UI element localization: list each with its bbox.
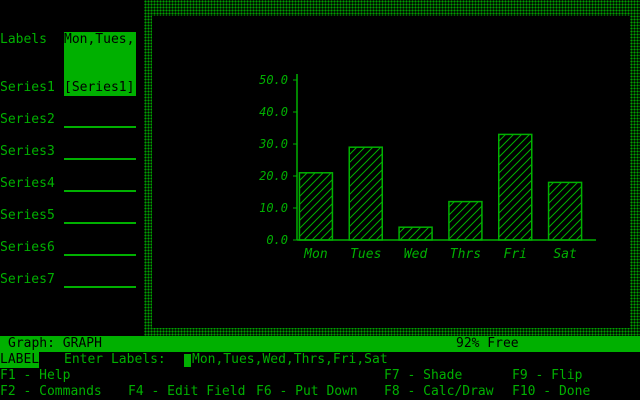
series4-field[interactable] xyxy=(64,176,136,192)
x-tick-label: Thrs xyxy=(450,247,481,262)
y-tick-label: 20.0 xyxy=(259,169,288,183)
y-tick-label: 10.0 xyxy=(259,201,288,215)
bar-chart: 50.0 40.0 30.0 20.0 10.0 0.0 Mon Tues Wed Thrs Fri… xyxy=(258,73,596,262)
y-tick-label: 0.0 xyxy=(266,233,288,247)
x-tick-label: Wed xyxy=(404,247,428,262)
graph-name: Graph: GRAPH xyxy=(8,336,102,351)
series3-field[interactable] xyxy=(64,144,136,160)
x-tick-label: Sat xyxy=(553,247,577,262)
series6-label: Series6 xyxy=(0,240,55,255)
bar xyxy=(298,172,334,241)
labels-field-value: Mon,Tues, xyxy=(64,32,135,47)
f1-help[interactable]: F1 - Help xyxy=(0,368,70,384)
bar xyxy=(498,133,533,241)
f2-commands[interactable]: F2 - Commands xyxy=(0,384,102,400)
x-tick-label: Fri xyxy=(504,247,527,262)
prompt-text: Enter Labels: xyxy=(64,352,166,367)
chart-area: 50.0 40.0 30.0 20.0 10.0 0.0 Mon Tues Wed Thrs Fri… xyxy=(152,16,630,328)
f7-shade[interactable]: F7 - Shade xyxy=(384,368,462,384)
series6-field[interactable] xyxy=(64,240,136,256)
series5-field[interactable] xyxy=(64,208,136,224)
series3-label: Series3 xyxy=(0,144,55,159)
y-tick-label: 40.0 xyxy=(259,105,288,119)
series2-label: Series2 xyxy=(0,112,55,127)
f10-done[interactable]: F10 - Done xyxy=(512,384,590,400)
x-tick-label: Tues xyxy=(350,247,381,262)
f4-edit-field[interactable]: F4 - Edit Field xyxy=(128,384,245,400)
memory-free: 92% Free xyxy=(456,336,519,351)
mode-indicator: LABEL xyxy=(0,352,40,368)
f6-put-down[interactable]: F6 - Put Down xyxy=(256,384,358,400)
series7-field[interactable] xyxy=(64,272,136,288)
series4-label: Series4 xyxy=(0,176,55,191)
bar xyxy=(398,226,433,241)
bar xyxy=(547,181,583,241)
bar xyxy=(448,200,483,241)
prompt-input[interactable]: Mon,Tues,Wed,Thrs,Fri,Sat xyxy=(192,352,388,368)
series2-field[interactable] xyxy=(64,112,136,128)
y-tick-label: 50.0 xyxy=(259,73,288,87)
y-tick-label: 30.0 xyxy=(258,137,288,151)
series1-field-value: [Series1] xyxy=(64,80,135,95)
help-row-2: F2 - Commands F4 - Edit Field F6 - Put D… xyxy=(0,384,640,400)
help-row-1: F1 - Help F7 - Shade F9 - Flip xyxy=(0,368,640,384)
bar xyxy=(348,146,383,241)
series1-label: Series1 xyxy=(0,80,55,95)
prompt-line: LABEL Enter Labels: Mon,Tues,Wed,Thrs,Fr… xyxy=(0,352,640,368)
labels-field[interactable]: Mon,Tues, [Series1] xyxy=(64,32,136,96)
labels-label: Labels xyxy=(0,32,47,47)
status-bar: Graph: GRAPH 92% Free xyxy=(0,336,640,352)
series5-label: Series5 xyxy=(0,208,55,223)
f8-calc-draw[interactable]: F8 - Calc/Draw xyxy=(384,384,494,400)
f9-flip[interactable]: F9 - Flip xyxy=(512,368,582,384)
x-tick-label: Mon xyxy=(303,247,327,262)
series7-label: Series7 xyxy=(0,272,55,287)
text-cursor xyxy=(184,354,191,367)
